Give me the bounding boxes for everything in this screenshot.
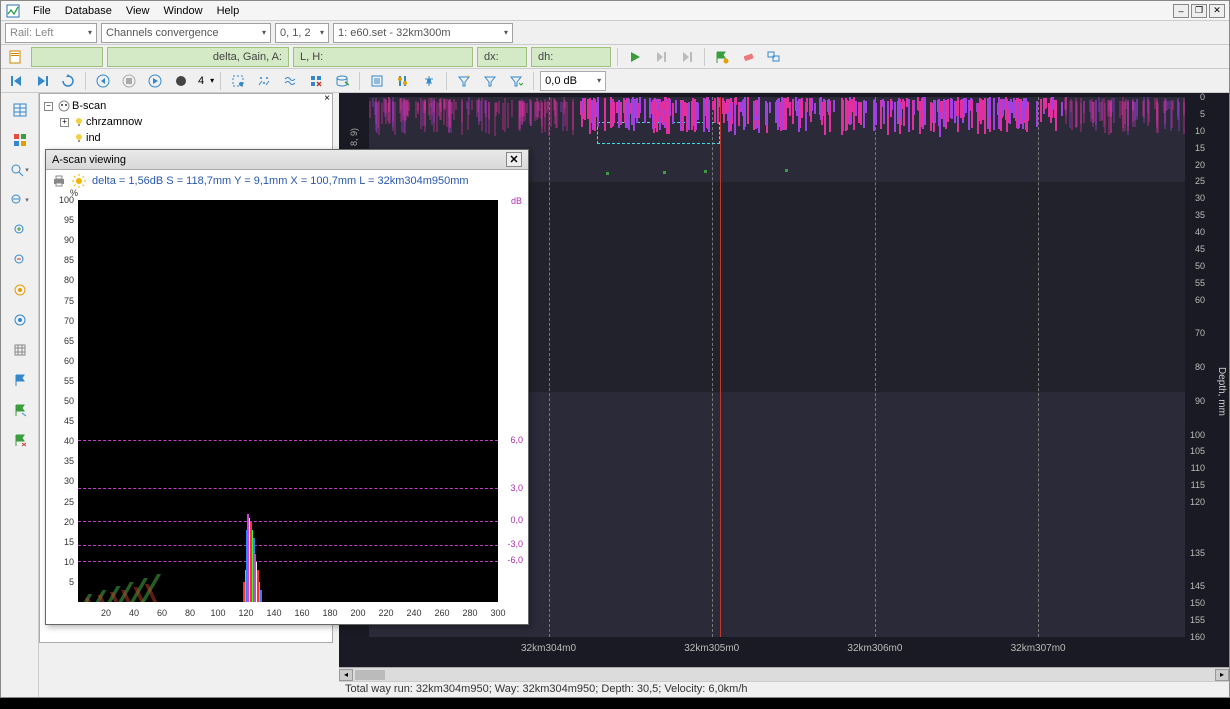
step-fwd-icon[interactable] xyxy=(31,70,53,92)
play-circle-icon[interactable] xyxy=(144,70,166,92)
tree-item[interactable]: ind xyxy=(44,130,328,146)
bulb-icon xyxy=(74,133,84,143)
depth-axis: Depth, mm 051015202530354045505560708090… xyxy=(1187,97,1229,637)
ascan-close-button[interactable]: ✕ xyxy=(506,152,522,167)
select-icon[interactable] xyxy=(227,70,249,92)
db-export-icon[interactable] xyxy=(331,70,353,92)
expand-icon[interactable]: + xyxy=(60,118,69,127)
flag-gear-icon[interactable] xyxy=(711,46,733,68)
dx-field[interactable]: dx: xyxy=(477,47,527,67)
zoomout-icon[interactable] xyxy=(7,247,33,273)
count-label: 4 xyxy=(196,75,206,87)
stop-icon[interactable] xyxy=(118,70,140,92)
zoom-icon[interactable]: ▾ xyxy=(7,157,33,183)
flag-green-icon[interactable] xyxy=(7,397,33,423)
zoomh-icon[interactable]: ▾ xyxy=(7,187,33,213)
menu-window[interactable]: Window xyxy=(157,3,208,19)
tree: − B-scan + chrzamnow ind xyxy=(40,94,332,150)
target2-icon[interactable] xyxy=(7,307,33,333)
bscan-xaxis: 32km304m032km305m032km306m032km307m0 xyxy=(369,643,1185,657)
funnel-star-icon[interactable] xyxy=(453,70,475,92)
app-window: File Database View Window Help – ❐ ✕ Rai… xyxy=(0,0,1230,698)
menu-file[interactable]: File xyxy=(27,3,57,19)
play-skip1-icon[interactable] xyxy=(650,46,672,68)
main-area: ▾ ▾ × − B-scan xyxy=(1,93,1229,697)
rects-icon[interactable] xyxy=(763,46,785,68)
delta-field[interactable]: delta, Gain, A: xyxy=(107,47,289,67)
ascan-window: A-scan viewing ✕ delta = 1,56dB S = 118,… xyxy=(45,149,529,625)
file-select[interactable]: 1: e60.set - 32km300m xyxy=(333,23,513,43)
scroll-right-icon[interactable]: ▸ xyxy=(1215,669,1229,681)
sparkle-icon[interactable] xyxy=(253,70,275,92)
grid-icon[interactable] xyxy=(7,337,33,363)
left-toolbar: ▾ ▾ xyxy=(1,93,39,697)
play-green-icon[interactable] xyxy=(624,46,646,68)
window-controls: – ❐ ✕ xyxy=(1173,4,1225,18)
minimize-button[interactable]: – xyxy=(1173,4,1189,18)
ascan-xaxis: 2040608010012014016018020022024026028030… xyxy=(78,608,498,622)
play-skip2-icon[interactable] xyxy=(676,46,698,68)
file-icon[interactable] xyxy=(5,46,27,68)
eraser-icon[interactable] xyxy=(737,46,759,68)
flag-blue-icon[interactable] xyxy=(7,367,33,393)
lh-field[interactable]: L, H: xyxy=(293,47,473,67)
funnel-down-icon[interactable] xyxy=(505,70,527,92)
menu-database[interactable]: Database xyxy=(59,3,118,19)
grid-x-icon[interactable] xyxy=(305,70,327,92)
app-icon xyxy=(5,3,21,19)
list-icon[interactable] xyxy=(366,70,388,92)
channels-select[interactable]: Channels convergence xyxy=(101,23,271,43)
close-button[interactable]: ✕ xyxy=(1209,4,1225,18)
toolbar-2: delta, Gain, A: L, H: dx: dh: xyxy=(1,45,1229,69)
channel-range[interactable]: 0, 1, 2 xyxy=(275,23,329,43)
target-icon[interactable] xyxy=(7,277,33,303)
refresh-icon[interactable] xyxy=(57,70,79,92)
menubar: File Database View Window Help – ❐ ✕ xyxy=(1,1,1229,21)
rail-select[interactable]: Rail: Left xyxy=(5,23,97,43)
db-control[interactable]: 0,0 dB xyxy=(540,71,606,91)
ascan-plot[interactable] xyxy=(78,200,498,602)
flag-x-icon[interactable] xyxy=(7,427,33,453)
menu-help[interactable]: Help xyxy=(211,3,246,19)
bscan-signal xyxy=(369,97,1185,137)
filter2-icon[interactable] xyxy=(418,70,440,92)
menu-view[interactable]: View xyxy=(120,3,156,19)
ascan-titlebar[interactable]: A-scan viewing ✕ xyxy=(46,150,528,170)
zoomin-icon[interactable] xyxy=(7,217,33,243)
content: × − B-scan + chrzamnow i xyxy=(39,93,1229,697)
tree-root[interactable]: − B-scan xyxy=(44,98,328,114)
printer-icon[interactable] xyxy=(52,174,66,188)
ascan-yaxis: 1009590858075706560555045403530252015105 xyxy=(46,200,76,602)
dh-field[interactable]: dh: xyxy=(531,47,611,67)
funnel-icon[interactable] xyxy=(479,70,501,92)
wave-icon[interactable] xyxy=(279,70,301,92)
toolbar-1: Rail: Left Channels convergence 0, 1, 2 … xyxy=(1,21,1229,45)
tree-close-icon[interactable]: × xyxy=(324,93,330,104)
field-a[interactable] xyxy=(31,47,103,67)
cursor-line[interactable] xyxy=(720,97,721,637)
ascan-info: delta = 1,56dB S = 118,7mm Y = 9,1mm X =… xyxy=(46,170,528,192)
scroll-thumb[interactable] xyxy=(355,670,385,680)
maximize-button[interactable]: ❐ xyxy=(1191,4,1207,18)
colors-icon[interactable] xyxy=(7,127,33,153)
filter1-icon[interactable] xyxy=(392,70,414,92)
record-icon[interactable] xyxy=(170,70,192,92)
tree-item[interactable]: + chrzamnow xyxy=(44,114,328,130)
table-icon[interactable] xyxy=(7,97,33,123)
mask-icon xyxy=(58,100,70,112)
toolbar-3: 4▾ 0,0 dB xyxy=(1,69,1229,93)
ascan-body: % dB 10095908580757065605550454035302520… xyxy=(46,192,528,624)
statusbar: Total way run: 32km304m950; Way: 32km304… xyxy=(339,681,1229,697)
scroll-left-icon[interactable]: ◂ xyxy=(339,669,353,681)
collapse-icon[interactable]: − xyxy=(44,102,53,111)
h-scrollbar[interactable]: ◂ ▸ xyxy=(339,667,1229,681)
rewind-icon[interactable] xyxy=(92,70,114,92)
bulb-icon xyxy=(74,117,84,127)
step-back-icon[interactable] xyxy=(5,70,27,92)
sun-icon[interactable] xyxy=(72,174,86,188)
